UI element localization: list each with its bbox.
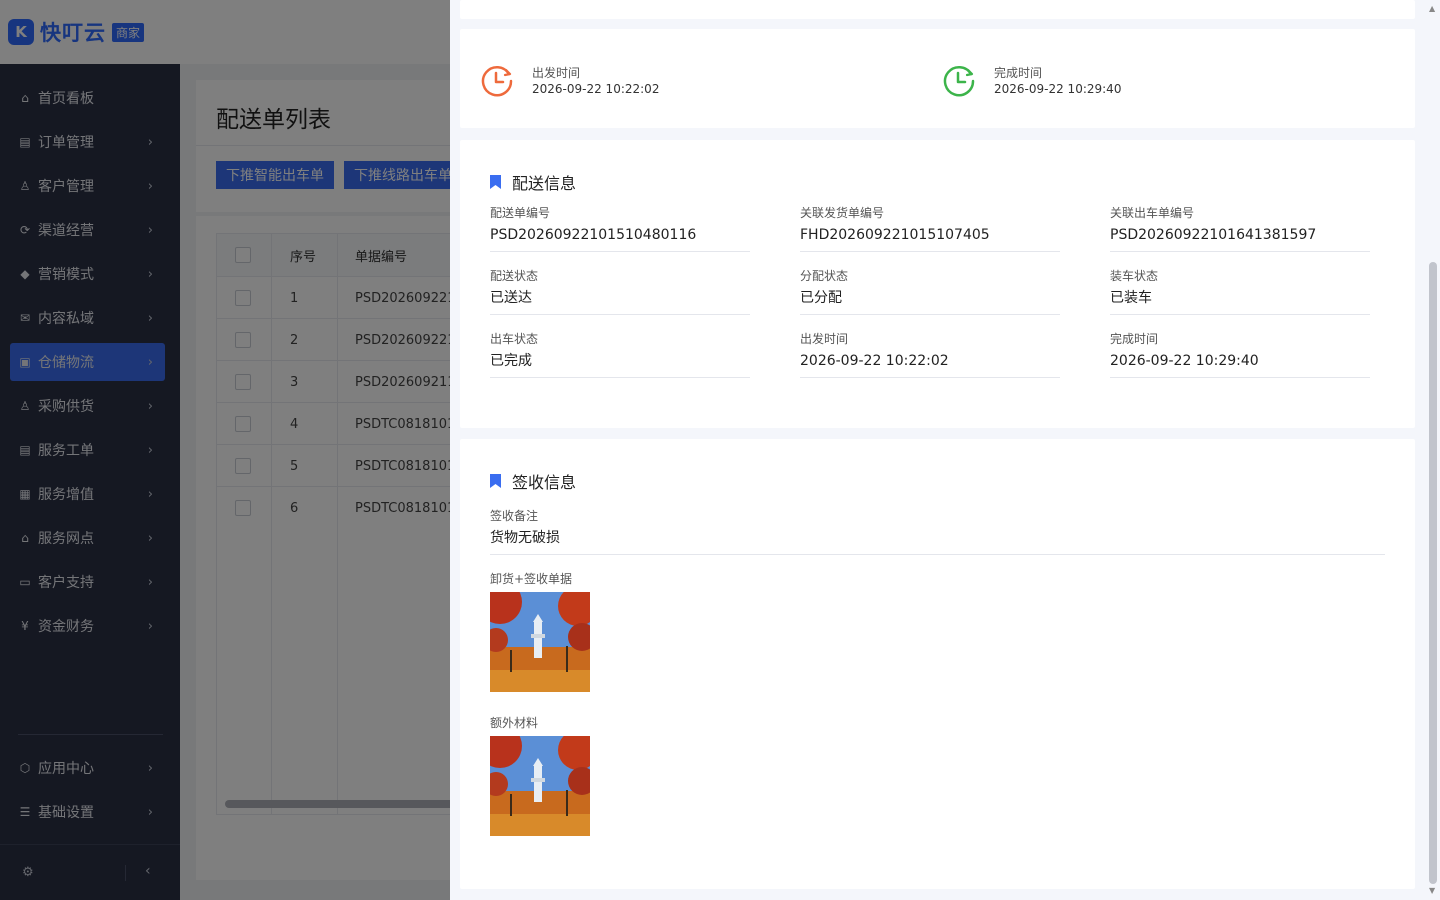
delivery-field: 分配状态 已分配 [800, 266, 1060, 315]
sign-info-title-text: 签收信息 [512, 473, 577, 492]
sign-remark-value: 货物无破损 [490, 530, 560, 546]
clock-orange-icon [481, 66, 513, 97]
field-value: 已装车 [1110, 290, 1152, 306]
delivery-field: 配送状态 已送达 [490, 266, 750, 315]
field-label: 装车状态 [1110, 269, 1159, 283]
scroll-up-icon[interactable]: ▲ [1429, 4, 1435, 13]
unload-receipt-image[interactable] [478, 580, 598, 692]
unload-receipt-label: 卸货+签收单据 [490, 572, 573, 586]
delivery-field: 配送单编号 PSD20260922101510480116 [490, 203, 750, 252]
delivery-field: 装车状态 已装车 [1110, 266, 1370, 315]
field-label: 完成时间 [1110, 332, 1159, 346]
field-label: 出车状态 [490, 332, 539, 346]
delivery-info-title: 配送信息 [490, 170, 576, 194]
completion-time-block: 完成时间 2026-09-22 10:29:40 [942, 64, 1121, 98]
field-value: 已送达 [490, 290, 532, 306]
field-value: FHD202609221015107405 [800, 227, 990, 243]
field-label: 关联出车单编号 [1110, 206, 1195, 220]
completion-time-label: 完成时间 [994, 66, 1043, 80]
delivery-field: 出发时间 2026-09-22 10:22:02 [800, 329, 1060, 378]
extra-material-image[interactable] [478, 724, 598, 836]
delivery-field: 关联出车单编号 PSD20260922101641381597 [1110, 203, 1370, 252]
departure-time-block: 出发时间 2026-09-22 10:22:02 [480, 64, 659, 98]
delivery-field: 关联发货单编号 FHD202609221015107405 [800, 203, 1060, 252]
departure-time-label: 出发时间 [532, 66, 581, 80]
field-value: PSD20260922101510480116 [490, 227, 697, 243]
delivery-detail-drawer: 出发时间 2026-09-22 10:22:02 完成时间 2026-09-22… [450, 0, 1440, 900]
field-value: 2026-09-22 10:29:40 [1110, 353, 1259, 369]
completion-time-value: 2026-09-22 10:29:40 [994, 82, 1122, 96]
delivery-info-card: 配送信息 配送单编号 PSD20260922101510480116 关联发货单编号… [460, 140, 1415, 428]
scroll-down-icon[interactable]: ▼ [1429, 886, 1435, 895]
field-label: 关联发货单编号 [800, 206, 885, 220]
drawer-scrollbar-thumb[interactable] [1429, 262, 1437, 884]
bookmark-icon [490, 175, 501, 189]
departure-time-value: 2026-09-22 10:22:02 [532, 82, 660, 96]
extra-material-label: 额外材料 [490, 716, 539, 730]
time-card: 出发时间 2026-09-22 10:22:02 完成时间 2026-09-22… [460, 29, 1415, 128]
delivery-info-title-text: 配送信息 [512, 174, 577, 193]
field-value: 已分配 [800, 290, 842, 306]
field-label: 配送单编号 [490, 206, 551, 220]
field-value: PSD20260922101641381597 [1110, 227, 1317, 243]
sign-info-title: 签收信息 [490, 469, 576, 493]
previous-card [460, 0, 1415, 19]
delivery-field: 完成时间 2026-09-22 10:29:40 [1110, 329, 1370, 378]
sign-remark-field: 签收备注 货物无破损 [490, 506, 1385, 555]
field-label: 出发时间 [800, 332, 849, 346]
field-value: 2026-09-22 10:22:02 [800, 353, 949, 369]
clock-green-icon [943, 66, 975, 97]
field-label: 配送状态 [490, 269, 539, 283]
delivery-field: 出车状态 已完成 [490, 329, 750, 378]
field-value: 已完成 [490, 353, 532, 369]
bookmark-icon [490, 474, 501, 488]
sign-remark-label: 签收备注 [490, 509, 539, 523]
field-label: 分配状态 [800, 269, 849, 283]
sign-info-card: 签收信息 签收备注 货物无破损 卸货+签收单据 额外材料 [460, 439, 1415, 889]
